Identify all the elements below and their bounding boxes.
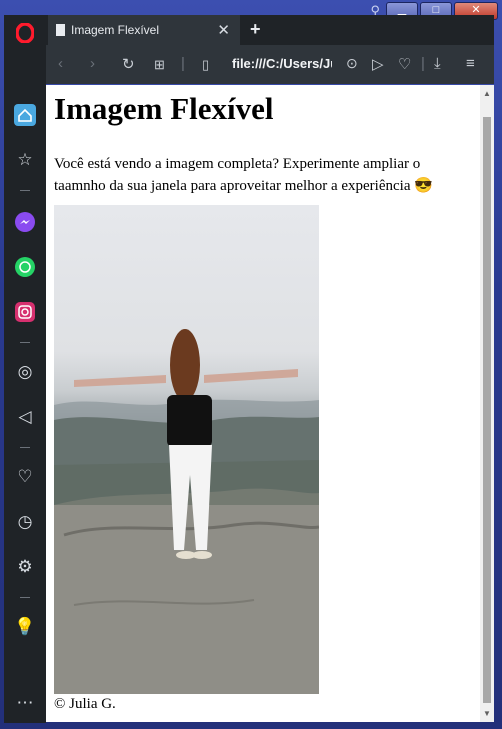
history-icon[interactable]: ◷: [4, 510, 46, 534]
scrollbar-thumb[interactable]: [483, 117, 491, 703]
sidebar-divider: [20, 342, 30, 343]
sidebar: ☆ ◎ ◁ ♡ ◷ ⚙ 💡 ⋯: [4, 15, 46, 723]
vertical-scrollbar[interactable]: ▲ ▼: [480, 85, 494, 722]
whatsapp-icon[interactable]: [4, 255, 46, 279]
download-icon[interactable]: ⤓: [434, 55, 441, 72]
star-icon[interactable]: ☆: [4, 148, 46, 172]
instagram-icon[interactable]: [4, 300, 46, 324]
close-tab-icon[interactable]: ✕: [217, 21, 230, 39]
player-icon[interactable]: ◎: [4, 360, 46, 384]
scroll-down-icon[interactable]: ▼: [483, 709, 491, 718]
document-icon: [56, 24, 65, 36]
home-icon[interactable]: [4, 103, 46, 127]
tabs-grid-icon[interactable]: ⊞: [154, 57, 165, 73]
toolbar-divider: |: [421, 55, 425, 72]
tips-icon[interactable]: 💡: [4, 615, 46, 639]
photo-credit: © Julia G.: [54, 696, 116, 712]
forward-icon[interactable]: ›: [90, 55, 95, 72]
sidebar-divider: [20, 190, 30, 191]
toolbar: ‹ › ↻ ⊞ | ▯ file:///C:/Users/Ju ⊙ ▷ ♡ | …: [46, 45, 494, 84]
more-icon[interactable]: ⋯: [4, 691, 46, 715]
send-icon[interactable]: ◁: [4, 405, 46, 429]
back-icon[interactable]: ‹: [58, 55, 63, 72]
settings-icon[interactable]: ⚙: [4, 555, 46, 579]
sidebar-divider: [20, 447, 30, 448]
scroll-up-icon[interactable]: ▲: [483, 89, 491, 98]
woman-on-mountain-photo: [54, 205, 319, 694]
browser-window: ⚲ ▁ □ ✕ ☆ ◎ ◁ ♡ ◷ ⚙ 💡 ⋯ Imagem Flexível …: [0, 0, 502, 729]
reload-icon[interactable]: ↻: [122, 55, 135, 73]
address-bar[interactable]: file:///C:/Users/Ju: [232, 56, 332, 71]
intro-paragraph: Você está vendo a imagem completa? Exper…: [54, 156, 433, 194]
heart-icon[interactable]: ♡: [4, 465, 46, 489]
sidebar-divider: [20, 597, 30, 598]
page-title: Imagem Flexível: [54, 91, 274, 126]
easy-setup-icon[interactable]: ≡: [466, 55, 475, 72]
heart-icon[interactable]: ♡: [398, 55, 411, 73]
new-tab-icon[interactable]: +: [250, 19, 261, 40]
tab-title: Imagem Flexível: [71, 23, 160, 37]
messenger-icon[interactable]: [4, 210, 46, 234]
page-viewport: Imagem Flexível Você está vendo a imagem…: [46, 85, 480, 722]
tab-active[interactable]: Imagem Flexível ✕: [48, 15, 240, 45]
toolbar-divider: |: [181, 55, 185, 72]
tab-bar: Imagem Flexível ✕ +: [46, 15, 494, 45]
page-info-icon[interactable]: ▯: [202, 57, 209, 73]
send-icon[interactable]: ▷: [372, 55, 384, 73]
camera-icon[interactable]: ⊙: [346, 55, 358, 72]
opera-logo-icon[interactable]: [4, 21, 46, 45]
